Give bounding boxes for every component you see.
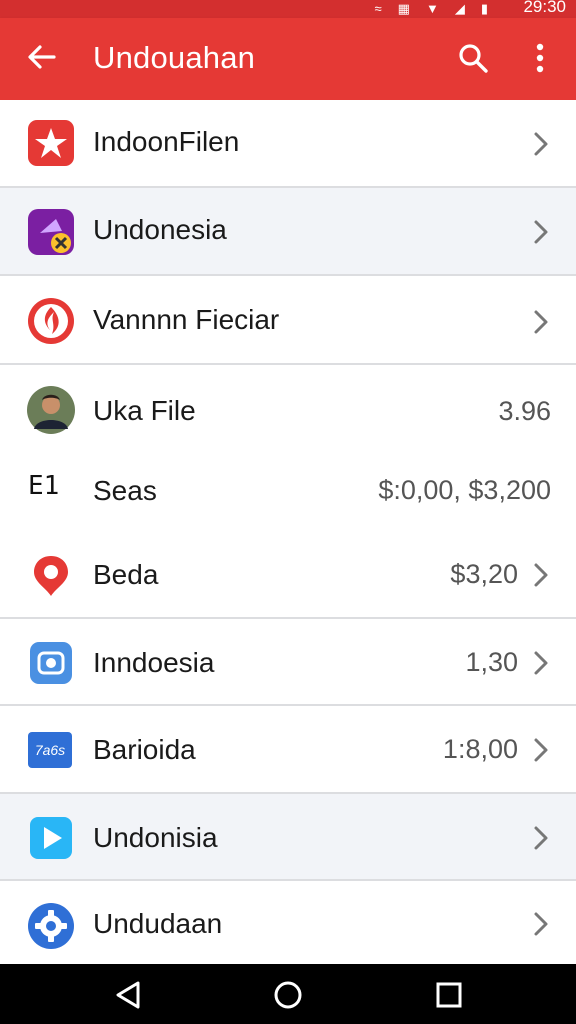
system-nav-bar	[0, 964, 576, 1024]
list-item-value: 1,30	[465, 647, 518, 677]
tag-app-icon: 7a6s	[28, 732, 72, 768]
star-icon	[28, 120, 74, 166]
chevron-right-icon	[534, 738, 548, 762]
battery-icon: ▮	[480, 1, 488, 16]
list-item[interactable]: Inndoesia 1,30	[0, 619, 576, 706]
signal-icon: ▦	[397, 1, 410, 16]
list-item-value: 3.96	[498, 396, 551, 426]
list-item-value: $:0,00, $3,200	[378, 475, 551, 505]
list-item-label: Seas	[93, 475, 157, 506]
chevron-right-icon	[534, 220, 548, 244]
list-item-label: Undudaan	[93, 908, 223, 939]
status-icons: ≈ ▦ ▼ ◢ ▮	[375, 0, 488, 18]
list-item-label: Uka File	[93, 395, 196, 426]
list-item-value: 1:8,00	[442, 734, 518, 764]
camera-app-icon	[30, 642, 72, 684]
list-item[interactable]: IndoonFilen	[0, 100, 576, 188]
list-item-label: Beda	[93, 559, 159, 590]
list-item[interactable]: Undonesia	[0, 188, 576, 276]
list-item[interactable]: Undonisia	[0, 794, 576, 881]
location-pin-icon	[34, 556, 68, 596]
list-item-label: IndoonFilen	[93, 126, 240, 157]
list-item[interactable]: Undudaan	[0, 881, 576, 964]
e1-text-icon: E1	[28, 471, 60, 501]
cell-signal-icon: ◢	[454, 1, 465, 16]
list-item[interactable]: E1 Seas $:0,00, $3,200	[0, 451, 576, 531]
search-icon[interactable]	[456, 41, 490, 75]
nav-back-icon[interactable]	[111, 978, 145, 1012]
back-arrow-icon[interactable]	[24, 39, 60, 75]
status-bar: ≈ ▦ ▼ ◢ ▮ 29:30	[0, 0, 576, 18]
app-bar: Undouahan	[0, 18, 576, 100]
list-item-label: Inndoesia	[93, 647, 215, 678]
nav-home-icon[interactable]	[271, 978, 305, 1012]
list-item-label: Barioida	[93, 734, 196, 765]
chevron-right-icon	[534, 912, 548, 936]
file-list: IndoonFilen Undonesia Vannnn Fieciar Uka…	[0, 100, 576, 964]
list-item-value: $3,20	[450, 559, 518, 589]
chevron-right-icon	[534, 826, 548, 850]
flame-logo-icon	[28, 298, 74, 344]
play-store-icon	[30, 817, 72, 859]
purple-app-icon	[28, 209, 74, 255]
chevron-right-icon	[534, 563, 548, 587]
settings-gear-icon	[28, 903, 74, 949]
wifi-icon: ≈	[374, 1, 382, 16]
list-item[interactable]: Beda $3,20	[0, 531, 576, 619]
list-item-label: Undonisia	[93, 822, 218, 853]
chevron-right-icon	[534, 132, 548, 156]
chevron-right-icon	[534, 310, 548, 334]
list-item-label: Undonesia	[93, 214, 227, 245]
status-time: 29:30	[523, 0, 566, 16]
list-item[interactable]: 7a6s Barioida 1:8,00	[0, 706, 576, 794]
page-title: Undouahan	[93, 40, 256, 75]
list-item[interactable]: Uka File 3.96	[0, 365, 576, 451]
nav-recents-icon[interactable]	[432, 978, 466, 1012]
volume-icon: ▼	[425, 1, 439, 16]
list-item[interactable]: Vannnn Fieciar	[0, 276, 576, 365]
chevron-right-icon	[534, 651, 548, 675]
list-item-label: Vannnn Fieciar	[93, 304, 280, 335]
more-vert-icon[interactable]	[528, 41, 552, 75]
avatar-icon	[27, 386, 75, 434]
